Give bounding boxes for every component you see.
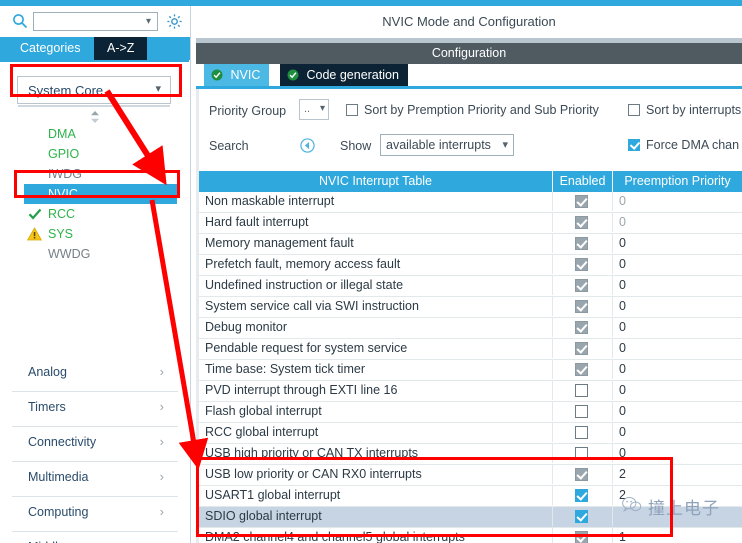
annotation-arrows bbox=[104, 89, 209, 470]
cubemx-window: ▾ Categories A->Z System Core ▾ DMA GPIO… bbox=[0, 0, 742, 543]
arrow-to-nvic bbox=[104, 89, 167, 186]
arrow-to-table bbox=[149, 199, 209, 470]
